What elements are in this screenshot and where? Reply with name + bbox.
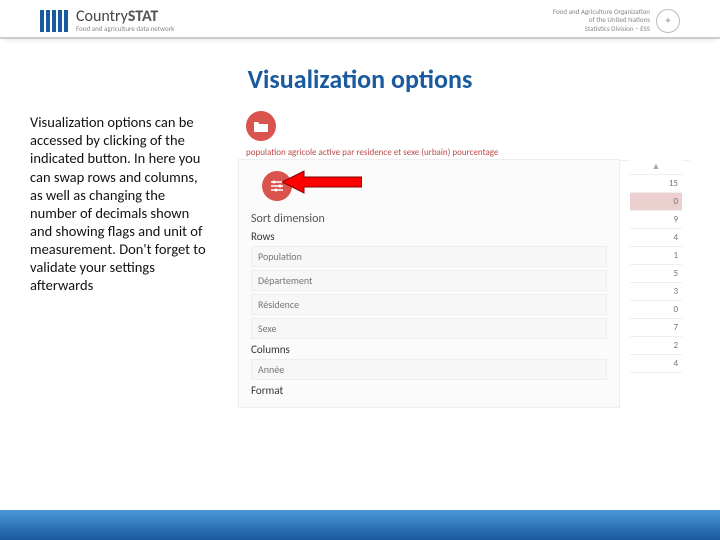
columns-label: Columns	[251, 343, 607, 356]
year-header-cell: 15	[630, 175, 682, 193]
data-cell: 0	[630, 301, 682, 319]
row-item[interactable]: Sexe	[251, 318, 607, 339]
col-item[interactable]: Année	[251, 359, 607, 380]
brand-sub: Food and agriculture data network	[76, 25, 174, 32]
data-cell: 2	[630, 337, 682, 355]
row-item[interactable]: Département	[251, 270, 607, 291]
data-cell: 0	[630, 193, 682, 211]
data-cell: 4	[630, 355, 682, 373]
data-cell: 3	[630, 283, 682, 301]
data-column-fragment: ▲ 15 0 9 4 1 5 3 0 7 2 4	[630, 159, 682, 373]
description-text: Visualization options can be accessed by…	[30, 105, 210, 294]
logo-bars-icon	[40, 10, 68, 32]
rows-label: Rows	[251, 230, 607, 243]
fao-line3: Statistics Division – ESS	[553, 25, 650, 33]
data-cell: 9	[630, 211, 682, 229]
sort-dimension-label: Sort dimension	[251, 212, 607, 226]
slide-header: CountrySTAT Food and agriculture data ne…	[0, 0, 720, 39]
format-label: Format	[251, 384, 607, 397]
scroll-up-icon[interactable]: ▲	[630, 159, 682, 175]
folder-open-icon	[253, 119, 269, 133]
data-cell: 4	[630, 229, 682, 247]
content-area: Visualization options can be accessed by…	[0, 95, 720, 445]
fao-block: Food and Agriculture Organization of the…	[553, 8, 680, 33]
data-cell: 5	[630, 265, 682, 283]
row-item[interactable]: Résidence	[251, 294, 607, 315]
data-cell: 1	[630, 247, 682, 265]
page-title: Visualization options	[0, 63, 720, 95]
callout-arrow	[282, 169, 362, 195]
folder-button[interactable]	[246, 111, 276, 141]
dimension-settings: Sort dimension Rows Population Départeme…	[238, 159, 620, 408]
row-item[interactable]: Population	[251, 246, 607, 267]
data-cell: 7	[630, 319, 682, 337]
screenshot-panel: population agricole active par residence…	[230, 105, 690, 445]
fao-emblem-icon: ✦	[656, 9, 680, 33]
countrystat-logo: CountrySTAT Food and agriculture data ne…	[40, 9, 174, 32]
footer-bar	[0, 510, 720, 540]
